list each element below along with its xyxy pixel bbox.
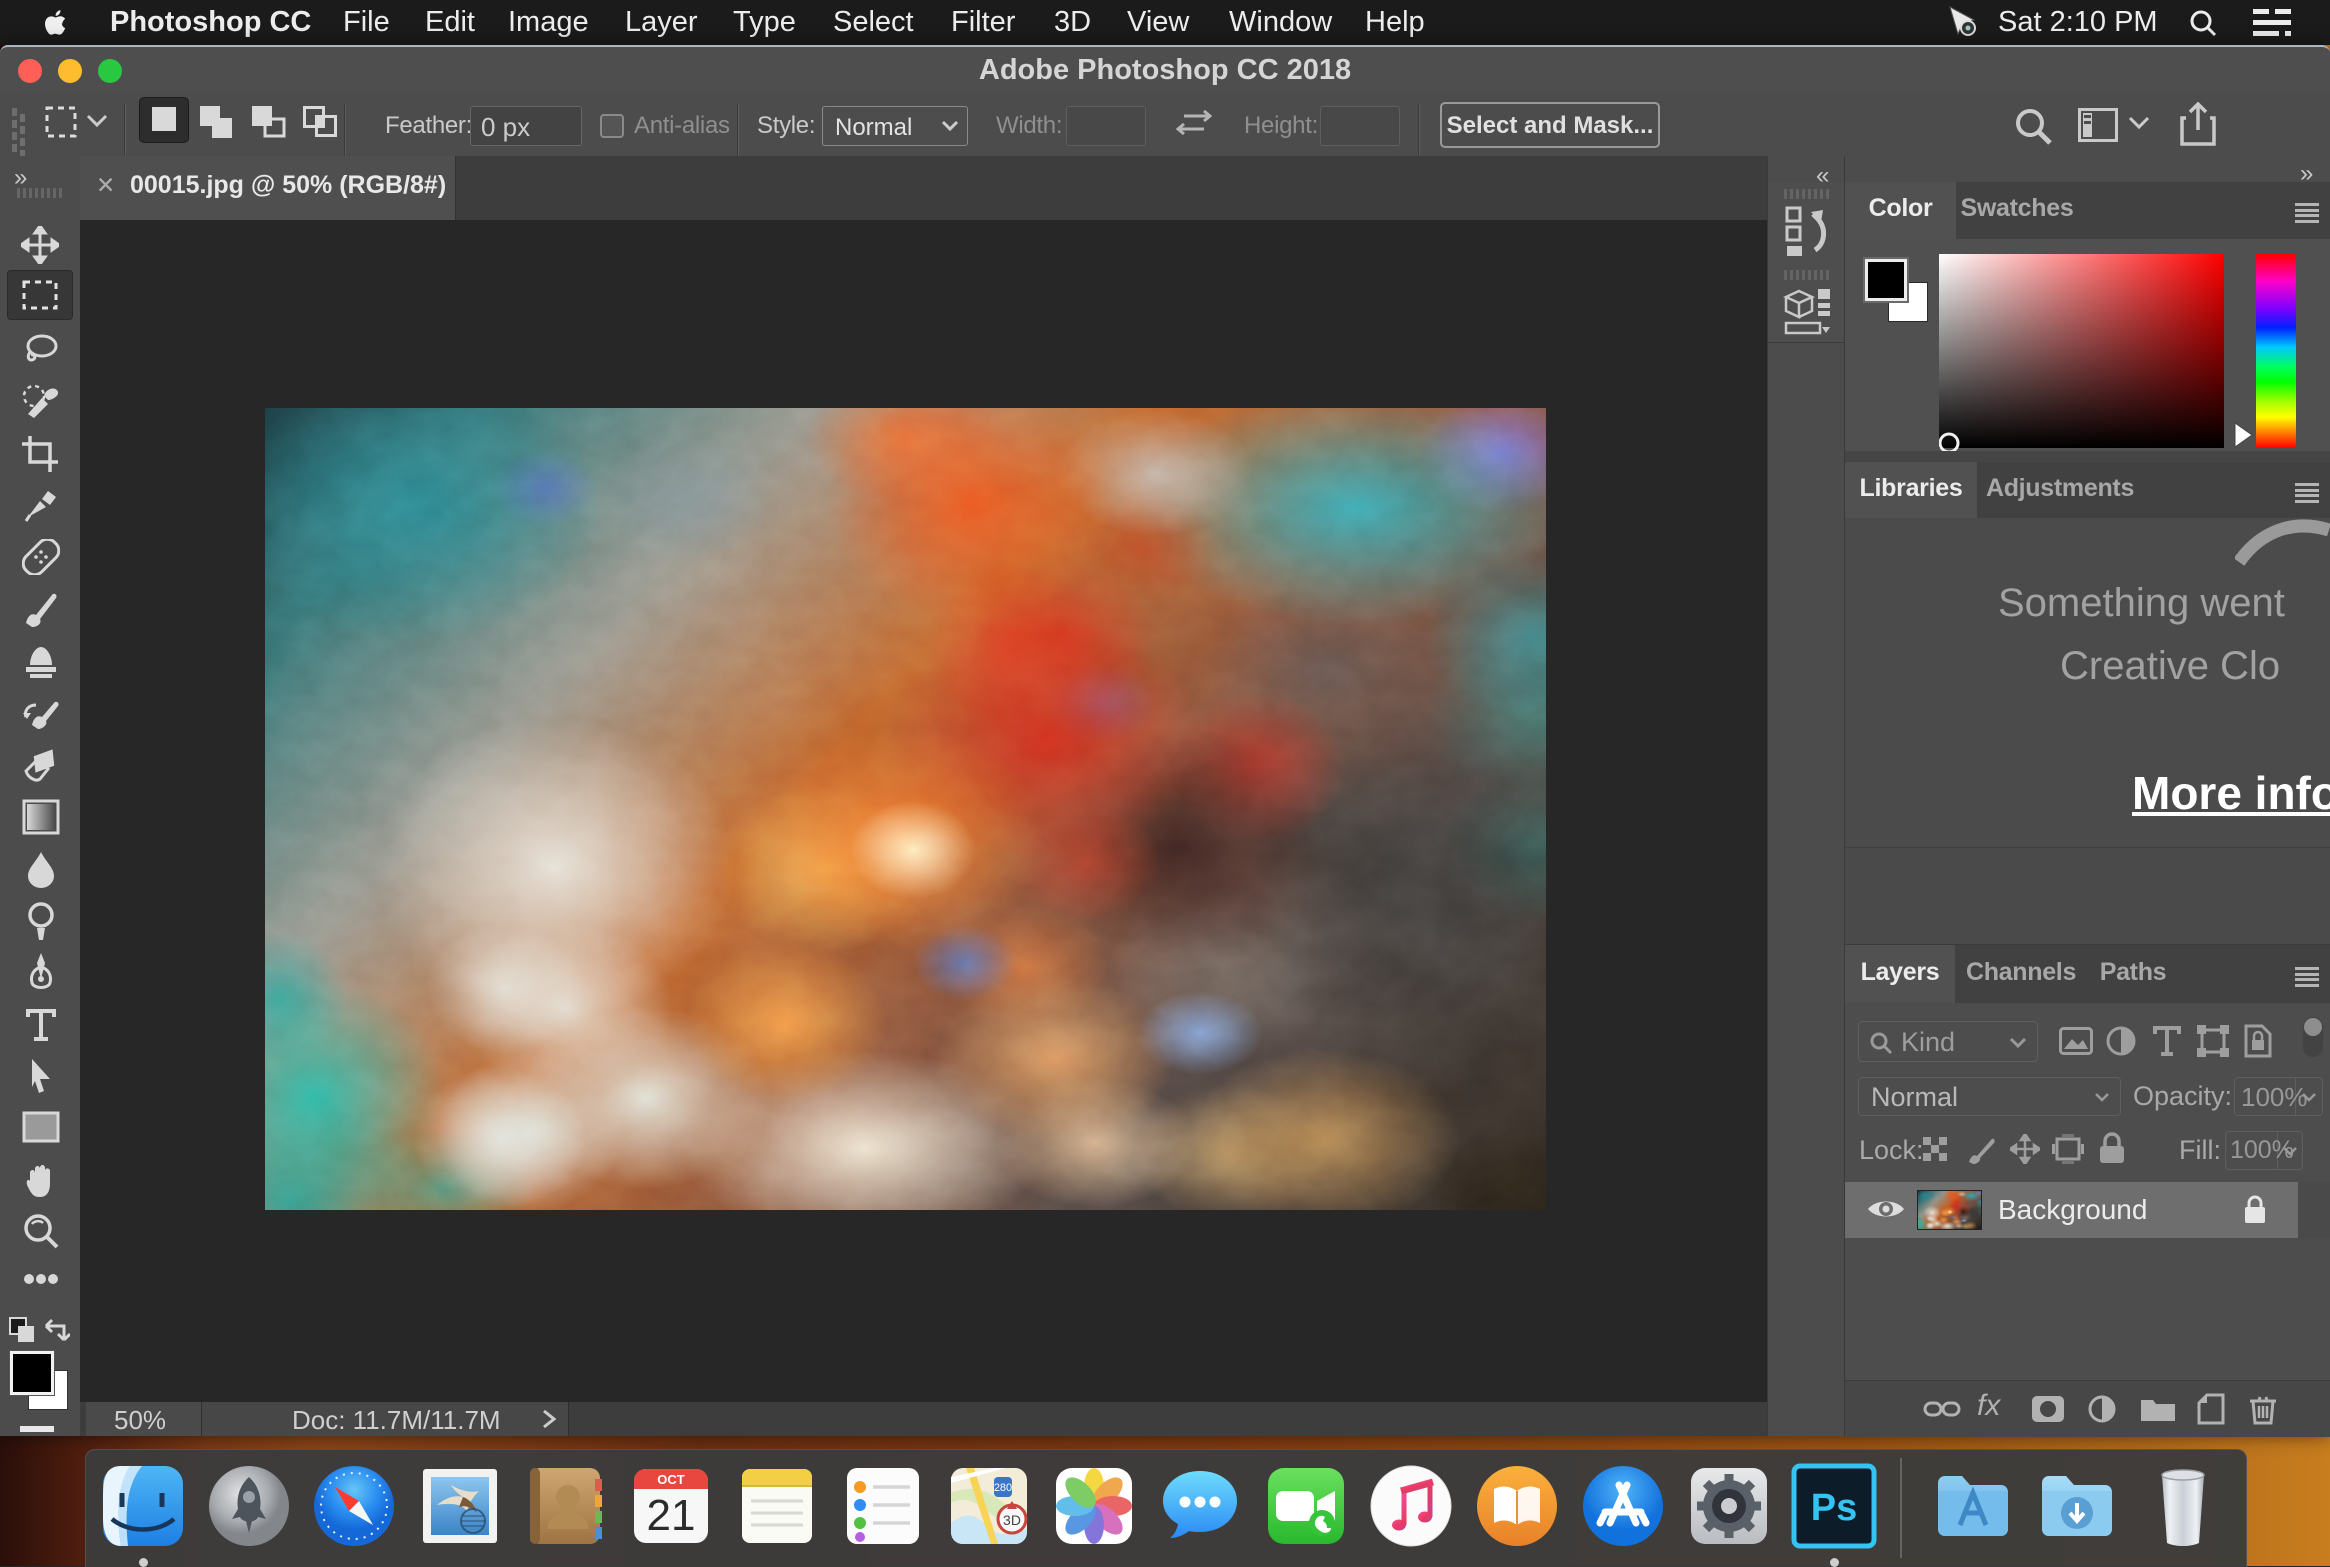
svg-text:280: 280 [994, 1482, 1012, 1494]
svg-text:Ps: Ps [1811, 1487, 1857, 1529]
svg-text:OCT: OCT [657, 1472, 685, 1487]
svg-text:21: 21 [647, 1491, 696, 1540]
svg-text:3D: 3D [1003, 1512, 1021, 1528]
